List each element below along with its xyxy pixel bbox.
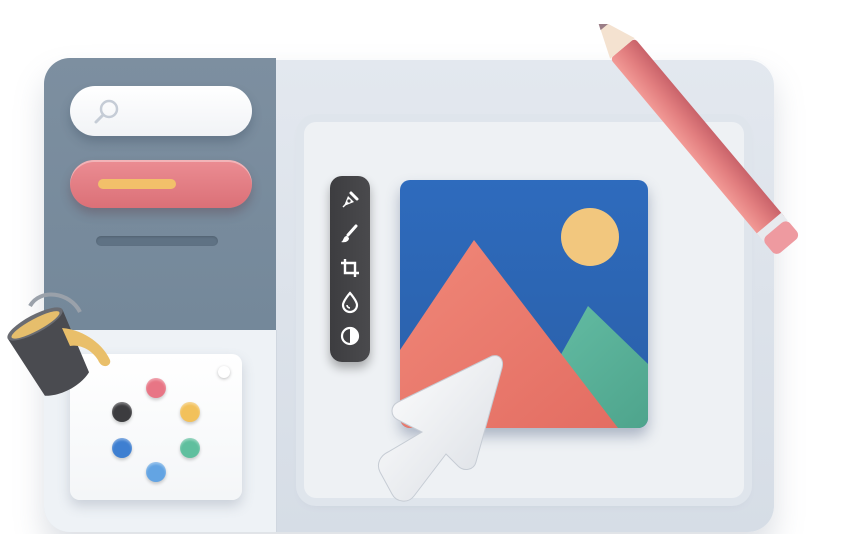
crop-icon[interactable] (338, 256, 362, 280)
primary-button-label-bar (98, 179, 176, 189)
illustration-stage (0, 0, 850, 534)
tool-palette (330, 176, 370, 362)
swatch-yellow[interactable] (180, 402, 200, 422)
pencil-icon (596, 24, 799, 254)
palette-handle-dot (218, 366, 230, 378)
primary-button[interactable] (70, 160, 252, 208)
swatch-blue[interactable] (112, 438, 132, 458)
search-icon (94, 99, 119, 124)
paint-bucket-icon (7, 292, 111, 396)
contrast-icon[interactable] (338, 324, 362, 348)
swatch-light-blue[interactable] (146, 462, 166, 482)
drop-icon[interactable] (338, 290, 362, 314)
brush-icon[interactable] (338, 222, 362, 246)
swatch-pink[interactable] (146, 378, 166, 398)
pen-tool-icon[interactable] (338, 188, 362, 212)
swatch-teal[interactable] (180, 438, 200, 458)
cursor-arrow-icon (377, 355, 503, 502)
search-input[interactable] (70, 86, 252, 136)
sidebar-divider (96, 236, 218, 246)
